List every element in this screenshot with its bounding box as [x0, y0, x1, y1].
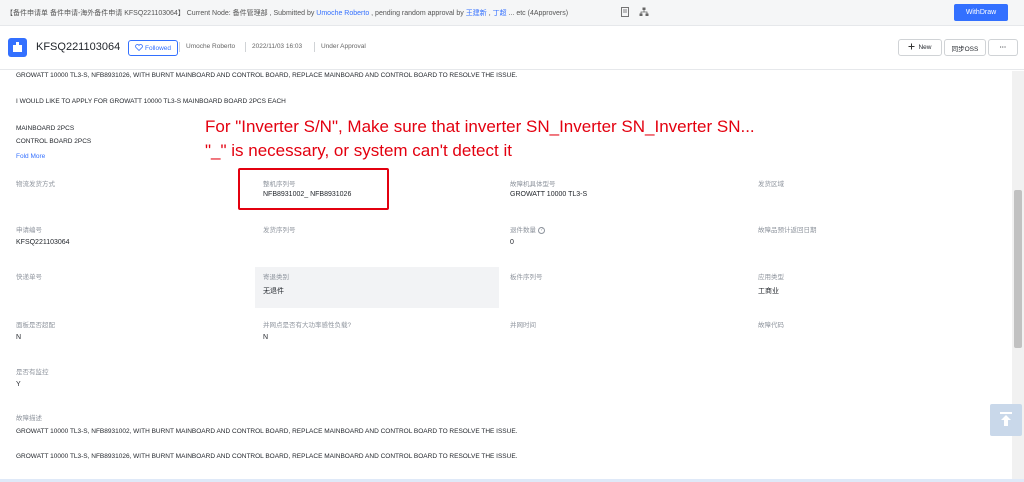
field-label: 故障描述 — [16, 415, 42, 422]
app-logo-icon — [8, 38, 27, 57]
scrollbar-thumb[interactable] — [1014, 190, 1022, 348]
fault-description-text: GROWATT 10000 TL3-S, NFB8931026, WITH BU… — [16, 453, 518, 460]
field-label: 并网点是否有大功率感性负载? — [263, 322, 352, 329]
header-datetime: 2022/11/03 16:03 — [252, 43, 303, 50]
breadcrumb: 【备件申请单 备件申请-海外备件申请 KFSQ221103064】 Curren… — [6, 10, 315, 17]
description-text: CONTROL BOARD 2PCS — [16, 138, 92, 145]
description-text: GROWATT 10000 TL3-S, NFB8931026, WITH BU… — [16, 72, 518, 79]
approval-status-text: 【备件申请单 备件申请-海外备件申请 KFSQ221103064】 Curren… — [6, 10, 569, 17]
field-label: 快递单号 — [16, 274, 42, 281]
annotation-line-2: "_" is necessary, or system can't detect… — [205, 141, 512, 160]
header-submitter: Umoche Roberto — [186, 43, 236, 50]
annotation-line-1: For "Inverter S/N", Make sure that inver… — [205, 117, 755, 136]
heart-icon — [135, 43, 143, 53]
divider — [314, 42, 315, 52]
description-text: I WOULD LIKE TO APPLY FOR GROWATT 10000 … — [16, 98, 286, 105]
approver-link-1[interactable]: 王建新 — [466, 10, 487, 17]
return-qty-value: 0 — [510, 239, 514, 246]
header-status: Under Approval — [321, 43, 366, 50]
arrow-up-icon — [998, 411, 1014, 429]
field-label: 发货序列号 — [263, 227, 296, 234]
more-button[interactable]: ··· — [988, 39, 1018, 56]
new-label: New — [918, 44, 932, 51]
field-label: 并网时间 — [510, 322, 536, 329]
divider — [245, 42, 246, 52]
approver-link-2[interactable]: 丁超 — [493, 10, 507, 17]
follow-button[interactable]: Followed — [128, 40, 178, 56]
field-label: 申请编号 — [16, 227, 42, 234]
monitor-value: Y — [16, 381, 21, 388]
top-status-bar: 【备件申请单 备件申请-海外备件申请 KFSQ221103064】 Curren… — [0, 0, 1024, 26]
highlight-box — [238, 168, 389, 210]
panel-value: N — [16, 334, 22, 341]
field-label: 板件序列号 — [510, 274, 543, 281]
field-label: 面板是否超配 — [16, 322, 55, 329]
field-label: 是否有监控 — [16, 369, 49, 376]
submitter-link[interactable]: Umoche Roberto — [316, 10, 369, 17]
grid-load-value: N — [263, 334, 269, 341]
field-label: 故障代码 — [758, 322, 784, 329]
new-button[interactable]: New — [898, 39, 942, 56]
org-chart-icon[interactable] — [639, 7, 649, 17]
field-label: 寄退类别 — [263, 274, 289, 281]
document-header: KFSQ221103064 Followed Umoche Roberto 20… — [0, 26, 1024, 70]
fold-more-link[interactable]: Fold More — [16, 153, 45, 160]
field-label: 退件数量? — [510, 224, 545, 234]
document-title: KFSQ221103064 — [36, 41, 121, 53]
fault-description-text: GROWATT 10000 TL3-S, NFB8931002, WITH BU… — [16, 428, 518, 435]
etc-approvers: ... etc (4Approvers) — [508, 10, 569, 17]
application-number-value: KFSQ221103064 — [16, 239, 70, 246]
model-value: GROWATT 10000 TL3-S — [510, 191, 588, 198]
withdraw-button[interactable]: WithDraw — [954, 4, 1008, 21]
description-text: MAINBOARD 2PCS — [16, 125, 75, 132]
hover-cell — [255, 267, 499, 308]
form-content: GROWATT 10000 TL3-S, NFB8931026, WITH BU… — [0, 71, 1012, 481]
field-label: 应用类型 — [758, 274, 784, 281]
back-to-top-button[interactable] — [990, 404, 1022, 436]
help-icon[interactable]: ? — [538, 226, 545, 234]
field-label: 物流发货方式 — [16, 181, 55, 188]
divider — [179, 42, 180, 52]
field-label: 发货区域 — [758, 181, 784, 188]
field-label: 故障机具体型号 — [510, 181, 556, 188]
return-type-value: 无退件 — [263, 288, 284, 295]
plus-icon — [908, 43, 915, 52]
app-type-value: 工商业 — [758, 288, 779, 295]
pending-text: , pending random approval by — [371, 10, 464, 17]
sync-oss-button[interactable]: 同步OSS — [944, 39, 986, 56]
flow-doc-icon[interactable] — [620, 7, 630, 17]
follow-label: Followed — [144, 44, 171, 52]
field-label: 故障品预计返回日期 — [758, 227, 817, 234]
